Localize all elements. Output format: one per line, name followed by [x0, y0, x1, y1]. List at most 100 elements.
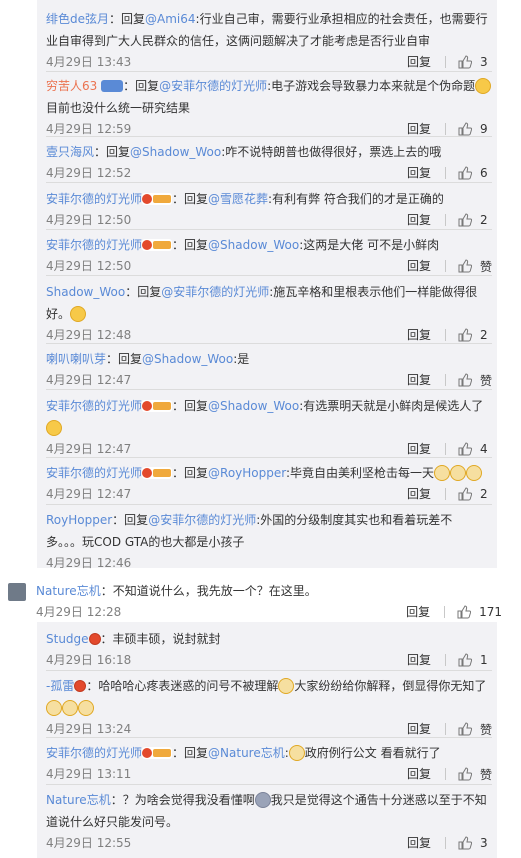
like-count: 4: [480, 442, 488, 456]
like-count: 171: [479, 605, 502, 619]
mention-link[interactable]: @Nature忘机: [208, 746, 285, 760]
thumbs-up-icon[interactable]: [458, 653, 473, 667]
reply-username[interactable]: 安菲尔德的灯光师: [46, 399, 142, 413]
reply-item: Shadow_Woo：回复@安菲尔德的灯光师:施瓦辛格和里根表示他们一样能做得很…: [46, 281, 492, 349]
thumbs-up-icon[interactable]: [458, 259, 473, 273]
mention-link[interactable]: @安菲尔德的灯光师: [148, 513, 256, 527]
comment-time: 4月29日 12:28: [36, 605, 122, 619]
reply-button[interactable]: 回复: [407, 210, 431, 230]
thumbs-up-icon[interactable]: [458, 487, 473, 501]
reply-button[interactable]: 回复: [407, 484, 431, 504]
fan-badge-icon: [142, 466, 173, 479]
reply-time: 4月29日 13:11: [46, 767, 132, 781]
reply-item: 安菲尔德的灯光师 ：回复@雪愿花葬:有利有弊 符合我们的才是正确的 4月29日 1…: [46, 188, 492, 234]
reply-item: 安菲尔德的灯光师 ：回复@Shadow_Woo:这两是大佬 可不是小鲜肉 4月29…: [46, 234, 492, 280]
reply-item: 安菲尔德的灯光师 ：回复@Shadow_Woo:有选票明天就是小鲜肉是候选人了 4…: [46, 395, 492, 463]
thumbs-up-icon[interactable]: [458, 55, 473, 69]
avatar[interactable]: [8, 583, 26, 601]
mention-link[interactable]: @Shadow_Woo: [130, 145, 221, 159]
thumbs-up-icon[interactable]: [458, 328, 473, 342]
reply-time: 4月29日 13:24: [46, 722, 132, 736]
like-count: 赞: [479, 373, 492, 388]
laughing-emoji-icon: [46, 419, 62, 436]
like-count: 赞: [479, 722, 492, 737]
mention-link[interactable]: @Shadow_Woo: [208, 399, 299, 413]
reply-item: 安菲尔德的灯光师 ：回复@Nature忘机: 政府例行公文 看看就行了 4月29日 …: [46, 742, 492, 788]
emoji-icon: [288, 744, 305, 761]
mention-link[interactable]: @安菲尔德的灯光师: [159, 79, 267, 93]
reply-username[interactable]: 壹只海风: [46, 145, 94, 159]
reply-button[interactable]: 回复: [407, 163, 431, 183]
thumbs-up-icon[interactable]: [458, 442, 473, 456]
thumbs-up-icon[interactable]: [458, 213, 473, 227]
reply-item: Studge ：丰硕丰硕，说封就封 4月29日 16:18 回复 1: [46, 628, 492, 674]
reply-username[interactable]: 安菲尔德的灯光师: [46, 192, 142, 206]
mention-link[interactable]: @RoyHopper: [208, 466, 286, 480]
reply-username[interactable]: -孤雷: [46, 679, 74, 693]
reply-button[interactable]: 回复: [407, 650, 431, 670]
fan-badge-icon: [142, 746, 173, 759]
emoji-icon: [466, 464, 483, 481]
mention-link[interactable]: @Ami64: [145, 12, 196, 26]
reply-username[interactable]: Nature忘机: [46, 793, 111, 807]
reply-username[interactable]: 安菲尔德的灯光师: [46, 746, 142, 760]
reply-button[interactable]: 回复: [407, 52, 431, 72]
reply-item: RoyHopper：回复@安菲尔德的灯光师:外国的分级制度其实也和看着玩差不 多…: [46, 509, 492, 577]
reply-time: 4月29日 12:47: [46, 442, 132, 456]
reply-button[interactable]: 回复: [407, 439, 431, 459]
thumbs-up-icon[interactable]: [458, 836, 473, 850]
reply-button[interactable]: 回复: [407, 256, 431, 276]
vip-badge-icon: [101, 79, 124, 92]
comment-username[interactable]: Nature忘机: [36, 584, 101, 598]
reply-button[interactable]: 回复: [407, 764, 431, 784]
emoji-icon: [254, 791, 271, 808]
thumbs-up-icon[interactable]: [458, 722, 473, 736]
mention-link[interactable]: @Shadow_Woo: [142, 352, 233, 366]
emoji-icon: [434, 464, 451, 481]
reply-username[interactable]: Shadow_Woo: [46, 285, 125, 299]
reply-username[interactable]: 喇叭喇叭芽: [46, 352, 106, 366]
badge-icon: [74, 679, 87, 692]
fan-badge-icon: [142, 238, 173, 251]
like-count: 1: [480, 653, 488, 667]
reply-username[interactable]: 绯色de弦月: [46, 12, 109, 26]
reply-username[interactable]: 安菲尔德的灯光师: [46, 466, 142, 480]
reply-button[interactable]: 回复: [406, 602, 430, 622]
emoji-icon: [278, 677, 295, 694]
emoji-icon: [475, 77, 492, 94]
reply-time: 4月29日 12:52: [46, 166, 132, 180]
thumbs-up-icon[interactable]: [458, 767, 473, 781]
like-count: 赞: [479, 259, 492, 274]
mention-link[interactable]: @Shadow_Woo: [208, 238, 299, 252]
thumbs-up-icon[interactable]: [458, 122, 473, 136]
thumbs-up-icon[interactable]: [458, 373, 473, 387]
thumbs-up-icon[interactable]: [458, 166, 473, 180]
reply-username[interactable]: RoyHopper: [46, 513, 112, 527]
reply-time: 4月29日 12:50: [46, 213, 132, 227]
reply-button[interactable]: 回复: [407, 370, 431, 390]
like-count: 9: [480, 122, 488, 136]
like-count: 2: [480, 328, 488, 342]
reply-time: 4月29日 16:18: [46, 653, 132, 667]
reply-item: 壹只海风：回复@Shadow_Woo:咋不说特朗普也做得很好，票选上去的哦 4月…: [46, 141, 492, 187]
main-comment: Nature忘机：不知道说什么，我先放一个？在这里。 4月29日 12:28 回…: [36, 580, 502, 626]
thinking-emoji-icon: [70, 305, 87, 322]
reply-button[interactable]: 回复: [407, 833, 431, 853]
reply-username[interactable]: 安菲尔德的灯光师: [46, 238, 142, 252]
mention-link[interactable]: @雪愿花葬: [208, 192, 268, 206]
like-count: 2: [480, 213, 488, 227]
emoji-icon: [62, 699, 78, 716]
like-count: 6: [480, 166, 488, 180]
reply-time: 4月29日 12:50: [46, 259, 132, 273]
reply-button[interactable]: 回复: [407, 325, 431, 345]
reply-time: 4月29日 12:48: [46, 328, 132, 342]
reply-time: 4月29日 13:43: [46, 55, 132, 69]
reply-item: 安菲尔德的灯光师 ：回复@RoyHopper:毕竟自由美利坚枪击每一天 4月29日…: [46, 462, 492, 508]
reply-username[interactable]: Studge: [46, 632, 89, 646]
reply-time: 4月29日 12:47: [46, 373, 132, 387]
mention-link[interactable]: @安菲尔德的灯光师: [161, 285, 269, 299]
thumbs-up-icon[interactable]: [457, 605, 472, 619]
reply-username[interactable]: 穷苦人63: [46, 79, 97, 93]
like-count: 2: [480, 487, 488, 501]
reply-button[interactable]: 回复: [407, 719, 431, 739]
